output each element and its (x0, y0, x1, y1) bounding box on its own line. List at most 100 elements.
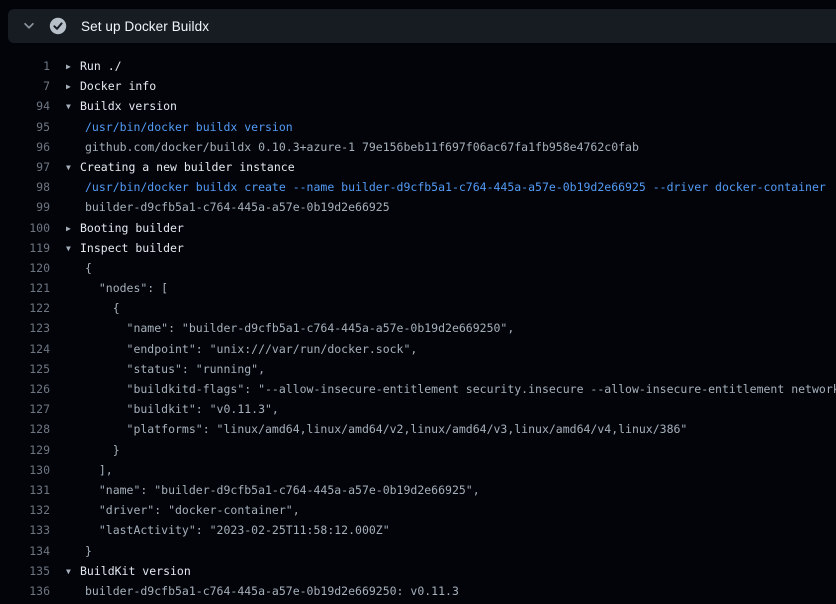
log-group-title: BuildKit version (80, 564, 191, 578)
line-number-link[interactable]: 127 (0, 399, 50, 419)
log-output-text: { (66, 258, 836, 278)
log-output-text: "name": "builder-d9cfb5a1-c764-445a-a57e… (66, 480, 836, 500)
line-number-link[interactable]: 134 (0, 541, 50, 561)
log-output-text: } (66, 440, 836, 460)
log-line: 123 "name": "builder-d9cfb5a1-c764-445a-… (0, 318, 836, 338)
log-command-text: /usr/bin/docker buildx version (66, 117, 836, 137)
log-output-text: "nodes": [ (66, 278, 836, 298)
triangle-down-icon: ▼ (66, 97, 80, 116)
log-line: 100 ▶Booting builder (0, 218, 836, 238)
log-line: 96 github.com/docker/buildx 0.10.3+azure… (0, 137, 836, 157)
log-output-text: builder-d9cfb5a1-c764-445a-a57e-0b19d2e6… (66, 197, 836, 217)
triangle-down-icon: ▼ (66, 562, 80, 581)
log-line: 132 "driver": "docker-container", (0, 500, 836, 520)
log-output-text: "lastActivity": "2023-02-25T11:58:12.000… (66, 520, 836, 540)
log-line: 119 ▼Inspect builder (0, 238, 836, 258)
line-number-link[interactable]: 124 (0, 339, 50, 359)
log-line: 98 /usr/bin/docker buildx create --name … (0, 177, 836, 197)
line-number-link[interactable]: 135 (0, 561, 50, 581)
log-output-text: "status": "running", (66, 359, 836, 379)
log-line: 97 ▼Creating a new builder instance (0, 157, 836, 177)
log-line: 136 builder-d9cfb5a1-c764-445a-a57e-0b19… (0, 581, 836, 601)
line-number-link[interactable]: 7 (0, 76, 50, 96)
actions-log-viewer: Set up Docker Buildx 1 ▶Run ./ 7 ▶Docker… (0, 0, 836, 604)
line-number-link[interactable]: 133 (0, 520, 50, 540)
triangle-down-icon: ▼ (66, 239, 80, 258)
line-number-link[interactable]: 126 (0, 379, 50, 399)
log-lines: 1 ▶Run ./ 7 ▶Docker info 94 ▼Buildx vers… (0, 56, 836, 601)
line-number-link[interactable]: 95 (0, 117, 50, 137)
triangle-right-icon: ▶ (66, 77, 80, 96)
log-line: 120 { (0, 258, 836, 278)
line-number-link[interactable]: 130 (0, 460, 50, 480)
log-group-toggle[interactable]: ▼Inspect builder (66, 238, 836, 258)
log-line: 130 ], (0, 460, 836, 480)
line-number-link[interactable]: 125 (0, 359, 50, 379)
line-number-link[interactable]: 119 (0, 238, 50, 258)
line-number-link[interactable]: 136 (0, 581, 50, 601)
log-line: 129 } (0, 440, 836, 460)
log-line: 127 "buildkit": "v0.11.3", (0, 399, 836, 419)
log-line: 124 "endpoint": "unix:///var/run/docker.… (0, 339, 836, 359)
line-number-link[interactable]: 121 (0, 278, 50, 298)
log-group-title: Inspect builder (80, 241, 184, 255)
triangle-down-icon: ▼ (66, 158, 80, 177)
log-output-text: } (66, 541, 836, 561)
step-header[interactable]: Set up Docker Buildx (8, 9, 836, 43)
log-line: 134 } (0, 541, 836, 561)
line-number-link[interactable]: 132 (0, 500, 50, 520)
line-number-link[interactable]: 131 (0, 480, 50, 500)
line-number-link[interactable]: 96 (0, 137, 50, 157)
log-line: 94 ▼Buildx version (0, 96, 836, 116)
line-number-link[interactable]: 129 (0, 440, 50, 460)
line-number-link[interactable]: 122 (0, 298, 50, 318)
line-number-link[interactable]: 97 (0, 157, 50, 177)
line-number-link[interactable]: 99 (0, 197, 50, 217)
log-line: 125 "status": "running", (0, 359, 836, 379)
chevron-down-icon (21, 18, 37, 34)
log-group-toggle[interactable]: ▶Docker info (66, 76, 836, 96)
log-output-text: ], (66, 460, 836, 480)
line-number-link[interactable]: 100 (0, 218, 50, 238)
line-number-link[interactable]: 128 (0, 419, 50, 439)
log-command-text: /usr/bin/docker buildx create --name bui… (66, 177, 836, 197)
log-line: 131 "name": "builder-d9cfb5a1-c764-445a-… (0, 480, 836, 500)
check-circle-icon (49, 17, 67, 35)
log-group-toggle[interactable]: ▶Run ./ (66, 56, 836, 76)
log-line: 133 "lastActivity": "2023-02-25T11:58:12… (0, 520, 836, 540)
log-line: 1 ▶Run ./ (0, 56, 836, 76)
line-number-link[interactable]: 123 (0, 318, 50, 338)
log-line: 128 "platforms": "linux/amd64,linux/amd6… (0, 419, 836, 439)
line-number-link[interactable]: 1 (0, 56, 50, 76)
log-group-title: Creating a new builder instance (80, 160, 295, 174)
triangle-right-icon: ▶ (66, 57, 80, 76)
log-group-title: Docker info (80, 79, 156, 93)
log-output-text: "platforms": "linux/amd64,linux/amd64/v2… (66, 419, 836, 439)
log-group-toggle[interactable]: ▼BuildKit version (66, 561, 836, 581)
log-group-title: Booting builder (80, 221, 184, 235)
line-number-link[interactable]: 98 (0, 177, 50, 197)
log-line: 95 /usr/bin/docker buildx version (0, 117, 836, 137)
log-line: 121 "nodes": [ (0, 278, 836, 298)
log-output-text: "name": "builder-d9cfb5a1-c764-445a-a57e… (66, 318, 836, 338)
log-line: 126 "buildkitd-flags": "--allow-insecure… (0, 379, 836, 399)
line-number-link[interactable]: 94 (0, 96, 50, 116)
log-output-text: "buildkit": "v0.11.3", (66, 399, 836, 419)
triangle-right-icon: ▶ (66, 219, 80, 238)
log-group-toggle[interactable]: ▼Creating a new builder instance (66, 157, 836, 177)
log-output-text: "driver": "docker-container", (66, 500, 836, 520)
log-line: 135 ▼BuildKit version (0, 561, 836, 581)
log-group-toggle[interactable]: ▶Booting builder (66, 218, 836, 238)
log-group-title: Run ./ (80, 59, 122, 73)
log-line: 7 ▶Docker info (0, 76, 836, 96)
log-group-toggle[interactable]: ▼Buildx version (66, 96, 836, 116)
log-output-text: { (66, 298, 836, 318)
step-title: Set up Docker Buildx (81, 19, 209, 34)
log-group-title: Buildx version (80, 99, 177, 113)
log-line: 122 { (0, 298, 836, 318)
line-number-link[interactable]: 120 (0, 258, 50, 278)
log-output-text: "endpoint": "unix:///var/run/docker.sock… (66, 339, 836, 359)
log-output-text: builder-d9cfb5a1-c764-445a-a57e-0b19d2e6… (66, 581, 836, 601)
log-output-text: "buildkitd-flags": "--allow-insecure-ent… (66, 379, 836, 399)
log-output-text: github.com/docker/buildx 0.10.3+azure-1 … (66, 137, 836, 157)
